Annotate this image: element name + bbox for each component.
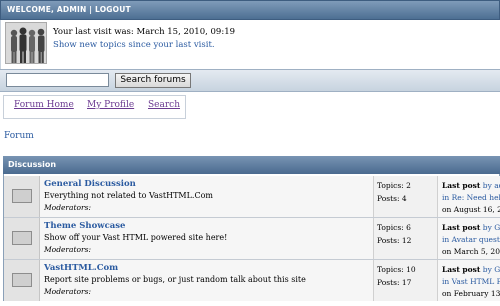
avatar xyxy=(5,22,47,64)
last-post-date: on March 5, 20 xyxy=(442,247,500,256)
forum-description: Show off your Vast HTML powered site her… xyxy=(44,233,228,242)
last-post-date: on February 13 xyxy=(442,289,500,298)
posts-count: Posts: 12 xyxy=(377,236,412,245)
forum-row: VastHTML.Com Report site problems or bug… xyxy=(4,260,500,301)
last-post-in: in xyxy=(442,193,450,202)
forum-description: Report site problems or bugs, or just ra… xyxy=(44,275,306,284)
last-post-topic-link[interactable]: Vast HTML F xyxy=(452,277,500,286)
new-topics-link[interactable]: Show new topics since your last visit. xyxy=(53,40,215,50)
last-post-cell: Last post by Gu in Vast HTML F on Februa… xyxy=(438,260,500,301)
last-post-in: in xyxy=(442,277,450,286)
forum-folder-icon xyxy=(12,231,32,245)
forum-folder-icon xyxy=(12,273,32,287)
last-post-by[interactable]: by Gu xyxy=(483,265,500,274)
welcome-text[interactable]: WELCOME, ADMIN | LOGOUT xyxy=(7,5,131,14)
forum-title[interactable]: General Discussion xyxy=(44,179,136,189)
forum-description: Everything not related to VastHTML.Com xyxy=(44,191,213,200)
breadcrumb[interactable]: Forum xyxy=(4,131,34,141)
forum-moderators: Moderators: xyxy=(44,203,91,212)
forum-row: General Discussion Everything not relate… xyxy=(4,176,500,217)
posts-count: Posts: 17 xyxy=(377,278,412,287)
search-forums-button[interactable]: Search forums xyxy=(115,73,191,88)
nav-forum-home[interactable]: Forum Home xyxy=(14,100,74,110)
people-silhouette-icon xyxy=(6,23,46,63)
category-header: Discussion xyxy=(3,156,500,174)
nav-my-profile[interactable]: My Profile xyxy=(87,100,134,110)
forum-moderators: Moderators: xyxy=(44,287,91,296)
category-title: Discussion xyxy=(8,160,57,169)
last-post-label: Last post xyxy=(442,181,481,190)
last-post-topic-link[interactable]: Re: Need help xyxy=(452,193,500,202)
last-post-topic-link[interactable]: Avatar quest xyxy=(452,235,500,244)
search-input[interactable] xyxy=(6,73,109,87)
forum-row: Theme Showcase Show off your Vast HTML p… xyxy=(4,218,500,259)
last-post-by[interactable]: by ad xyxy=(483,181,500,190)
forum-title[interactable]: Theme Showcase xyxy=(44,221,125,231)
last-visit-text: Your last visit was: March 15, 2010, 09:… xyxy=(53,27,236,37)
topics-count: Topics: 2 xyxy=(377,181,411,190)
forum-folder-icon xyxy=(12,189,32,203)
nav-search[interactable]: Search xyxy=(148,100,180,110)
forum-title[interactable]: VastHTML.Com xyxy=(44,263,118,273)
last-post-in: in xyxy=(442,235,450,244)
posts-count: Posts: 4 xyxy=(377,194,407,203)
topics-count: Topics: 6 xyxy=(377,223,411,232)
last-post-cell: Last post by Gu in Avatar quest on March… xyxy=(438,218,500,259)
last-post-date: on August 16, 2 xyxy=(442,205,500,214)
welcome-bar: WELCOME, ADMIN | LOGOUT xyxy=(0,0,500,20)
last-post-cell: Last post by ad in Re: Need help on Augu… xyxy=(438,176,500,217)
last-post-label: Last post xyxy=(442,265,481,274)
last-post-by[interactable]: by Gu xyxy=(483,223,500,232)
topics-count: Topics: 10 xyxy=(377,265,416,274)
forum-moderators: Moderators: xyxy=(44,245,91,254)
last-post-label: Last post xyxy=(442,223,481,232)
